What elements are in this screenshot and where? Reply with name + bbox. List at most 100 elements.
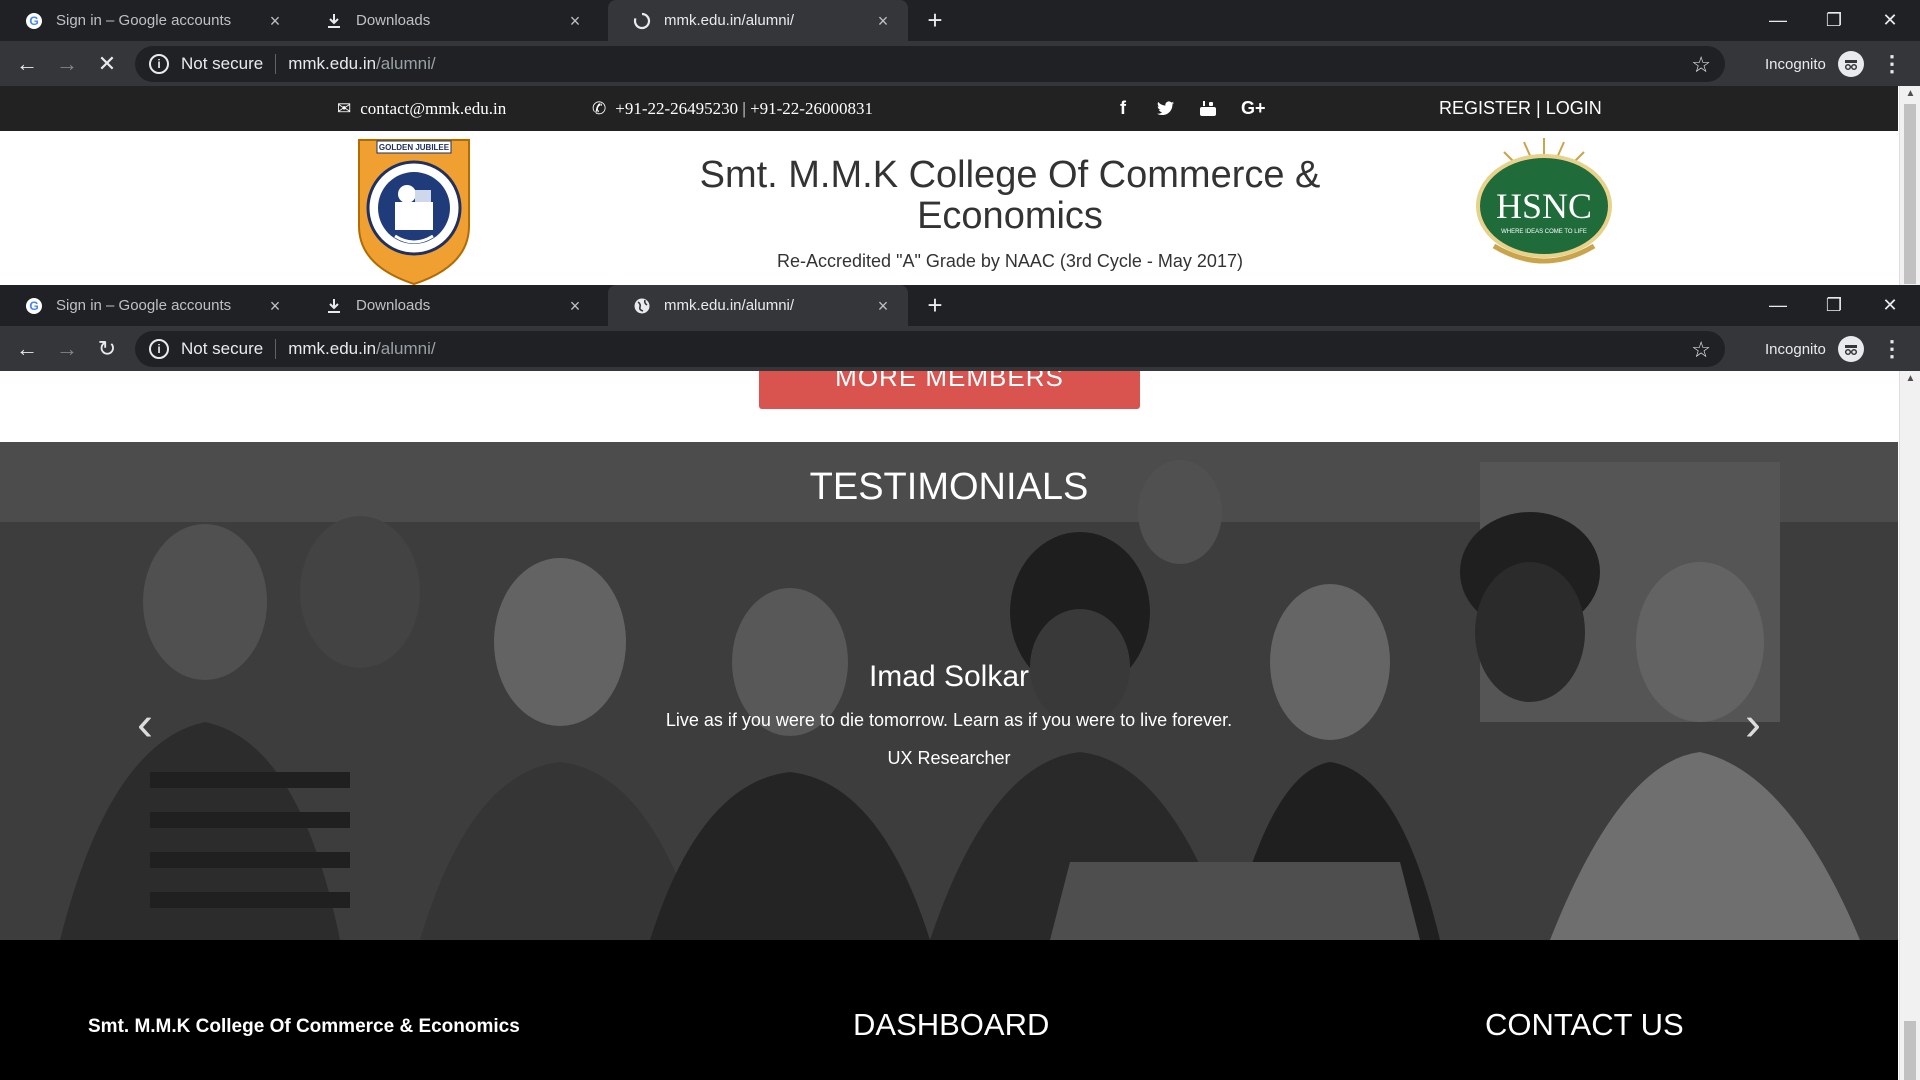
tab-title: mmk.edu.in/alumni/ xyxy=(664,297,795,314)
security-status: Not secure xyxy=(181,339,264,358)
browser-menu-icon[interactable]: ⋮ xyxy=(1880,48,1904,80)
site-topbar: ✉ contact@mmk.edu.in ✆ +91-22-26495230 |… xyxy=(0,86,1898,131)
site-header: GOLDEN JUBILEE Smt. M.M.K College Of Com… xyxy=(0,131,1898,285)
phone-text: +91-22-26495230 | +91-22-26000831 xyxy=(615,98,873,118)
site-footer: Smt. M.M.K College Of Commerce & Economi… xyxy=(0,940,1898,1080)
restore-button[interactable]: ❐ xyxy=(1806,0,1862,41)
minimize-button[interactable]: — xyxy=(1750,285,1806,326)
testimonials-section: TESTIMONIALS Imad Solkar Live as if you … xyxy=(0,442,1898,940)
phone-icon: ✆ xyxy=(592,98,607,118)
address-bar[interactable]: i Not secure mmk.edu.in/alumni/ ☆ xyxy=(135,331,1725,367)
new-tab-button[interactable]: + xyxy=(920,291,950,321)
minimize-button[interactable]: — xyxy=(1750,0,1806,41)
scroll-up-arrow[interactable]: ▲ xyxy=(1900,88,1920,102)
page-scrollbar[interactable]: ▲ xyxy=(1899,371,1920,1080)
page-scrollbar[interactable]: ▲ xyxy=(1899,86,1920,285)
page-viewport: MORE MEMBERS TESTIMONIALS Imad Solkar Li… xyxy=(0,371,1920,1080)
close-icon[interactable]: × xyxy=(566,297,584,315)
tab-strip: G Sign in – Google accounts × Downloads … xyxy=(0,285,1920,326)
back-button[interactable]: ← xyxy=(11,333,43,365)
google-icon: G xyxy=(24,296,44,316)
close-icon[interactable]: × xyxy=(874,12,892,30)
college-title: Smt. M.M.K College Of Commerce & Economi… xyxy=(699,154,1321,237)
tab-google-signin[interactable]: G Sign in – Google accounts × xyxy=(0,285,300,326)
security-status: Not secure xyxy=(181,54,264,73)
back-button[interactable]: ← xyxy=(11,48,43,80)
close-icon[interactable]: × xyxy=(566,12,584,30)
tab-title: Downloads xyxy=(356,297,431,314)
tab-alumni[interactable]: mmk.edu.in/alumni/ × xyxy=(608,0,908,41)
restore-button[interactable]: ❐ xyxy=(1806,285,1862,326)
footer-college-name: Smt. M.M.K College Of Commerce & Economi… xyxy=(88,1016,520,1037)
browser-menu-icon[interactable]: ⋮ xyxy=(1880,333,1904,365)
tab-alumni[interactable]: mmk.edu.in/alumni/ × xyxy=(608,285,908,326)
globe-icon xyxy=(632,296,652,316)
browser-toolbar: ← → ✕ i Not secure mmk.edu.in/alumni/ ☆ … xyxy=(0,41,1920,86)
incognito-indicator[interactable]: Incognito xyxy=(1765,48,1864,80)
chevron-left-icon[interactable]: ‹ xyxy=(125,700,165,750)
youtube-icon[interactable] xyxy=(1199,86,1217,131)
chevron-right-icon[interactable]: › xyxy=(1733,700,1773,750)
testimonial-quote: Live as if you were to die tomorrow. Lea… xyxy=(665,710,1233,730)
tab-strip: G Sign in – Google accounts × Downloads … xyxy=(0,0,1920,41)
incognito-indicator[interactable]: Incognito xyxy=(1765,333,1864,365)
envelope-icon: ✉ xyxy=(337,98,352,118)
accreditation-text: Re-Accredited "A" Grade by NAAC (3rd Cyc… xyxy=(777,251,1243,271)
tab-google-signin[interactable]: G Sign in – Google accounts × xyxy=(0,0,300,41)
hsnc-tagline: WHERE IDEAS COME TO LIFE xyxy=(1501,229,1587,235)
bookmark-star-icon[interactable]: ☆ xyxy=(1691,52,1711,78)
close-window-button[interactable]: ✕ xyxy=(1862,0,1918,41)
google-plus-icon[interactable]: G+ xyxy=(1241,86,1266,131)
crest-text: GOLDEN JUBILEE xyxy=(379,143,450,152)
incognito-icon xyxy=(1837,336,1864,362)
close-icon[interactable]: × xyxy=(266,12,284,30)
info-icon[interactable]: i xyxy=(149,339,169,359)
info-icon[interactable]: i xyxy=(149,54,169,74)
address-bar[interactable]: i Not secure mmk.edu.in/alumni/ ☆ xyxy=(135,46,1725,82)
google-icon: G xyxy=(24,11,44,31)
page-viewport: ✉ contact@mmk.edu.in ✆ +91-22-26495230 |… xyxy=(0,86,1920,285)
email-text: contact@mmk.edu.in xyxy=(360,98,507,118)
url-path: /alumni/ xyxy=(376,339,436,358)
divider xyxy=(275,339,277,359)
testimonial-role: UX Researcher xyxy=(887,748,1011,768)
forward-button[interactable]: → xyxy=(51,48,83,80)
tab-title: Sign in – Google accounts xyxy=(56,12,232,29)
stop-loading-button[interactable]: ✕ xyxy=(91,48,123,80)
divider xyxy=(275,54,277,74)
svg-text:G: G xyxy=(29,14,38,28)
close-icon[interactable]: × xyxy=(266,297,284,315)
new-tab-button[interactable]: + xyxy=(920,6,950,36)
more-members-button[interactable]: MORE MEMBERS xyxy=(759,371,1140,409)
facebook-icon[interactable]: f xyxy=(1120,86,1126,131)
incognito-label: Incognito xyxy=(1765,340,1826,358)
tab-downloads[interactable]: Downloads × xyxy=(300,0,600,41)
twitter-icon[interactable] xyxy=(1157,86,1175,131)
scroll-up-arrow[interactable]: ▲ xyxy=(1900,373,1920,387)
bookmark-star-icon[interactable]: ☆ xyxy=(1691,337,1711,363)
close-window-button[interactable]: ✕ xyxy=(1862,285,1918,326)
reload-button[interactable]: ↻ xyxy=(91,333,123,365)
hsnc-logo: HSNC WHERE IDEAS COME TO LIFE xyxy=(1476,138,1612,264)
hsnc-logo-text: HSNC xyxy=(1496,186,1592,226)
scroll-thumb[interactable] xyxy=(1904,1021,1916,1080)
browser-window-scrolled: G Sign in – Google accounts × Downloads … xyxy=(0,285,1920,1080)
contact-email[interactable]: ✉ contact@mmk.edu.in xyxy=(337,86,506,131)
register-login-link[interactable]: REGISTER | LOGIN xyxy=(1439,86,1602,131)
testimonials-heading: TESTIMONIALS xyxy=(809,466,1089,508)
download-icon xyxy=(324,11,344,31)
url-path: /alumni/ xyxy=(376,54,436,73)
forward-button[interactable]: → xyxy=(51,333,83,365)
download-icon xyxy=(324,296,344,316)
scroll-thumb[interactable] xyxy=(1904,104,1916,284)
loading-spinner-icon xyxy=(632,11,652,31)
close-icon[interactable]: × xyxy=(874,297,892,315)
incognito-icon xyxy=(1837,51,1864,77)
incognito-label: Incognito xyxy=(1765,55,1826,73)
footer-contact-heading: CONTACT US xyxy=(1485,1007,1684,1042)
tab-downloads[interactable]: Downloads × xyxy=(300,285,600,326)
browser-window-loading: G Sign in – Google accounts × Downloads … xyxy=(0,0,1920,285)
url-host: mmk.edu.in xyxy=(288,339,377,358)
tab-title: mmk.edu.in/alumni/ xyxy=(664,12,795,29)
testimonial-name: Imad Solkar xyxy=(868,660,1030,693)
